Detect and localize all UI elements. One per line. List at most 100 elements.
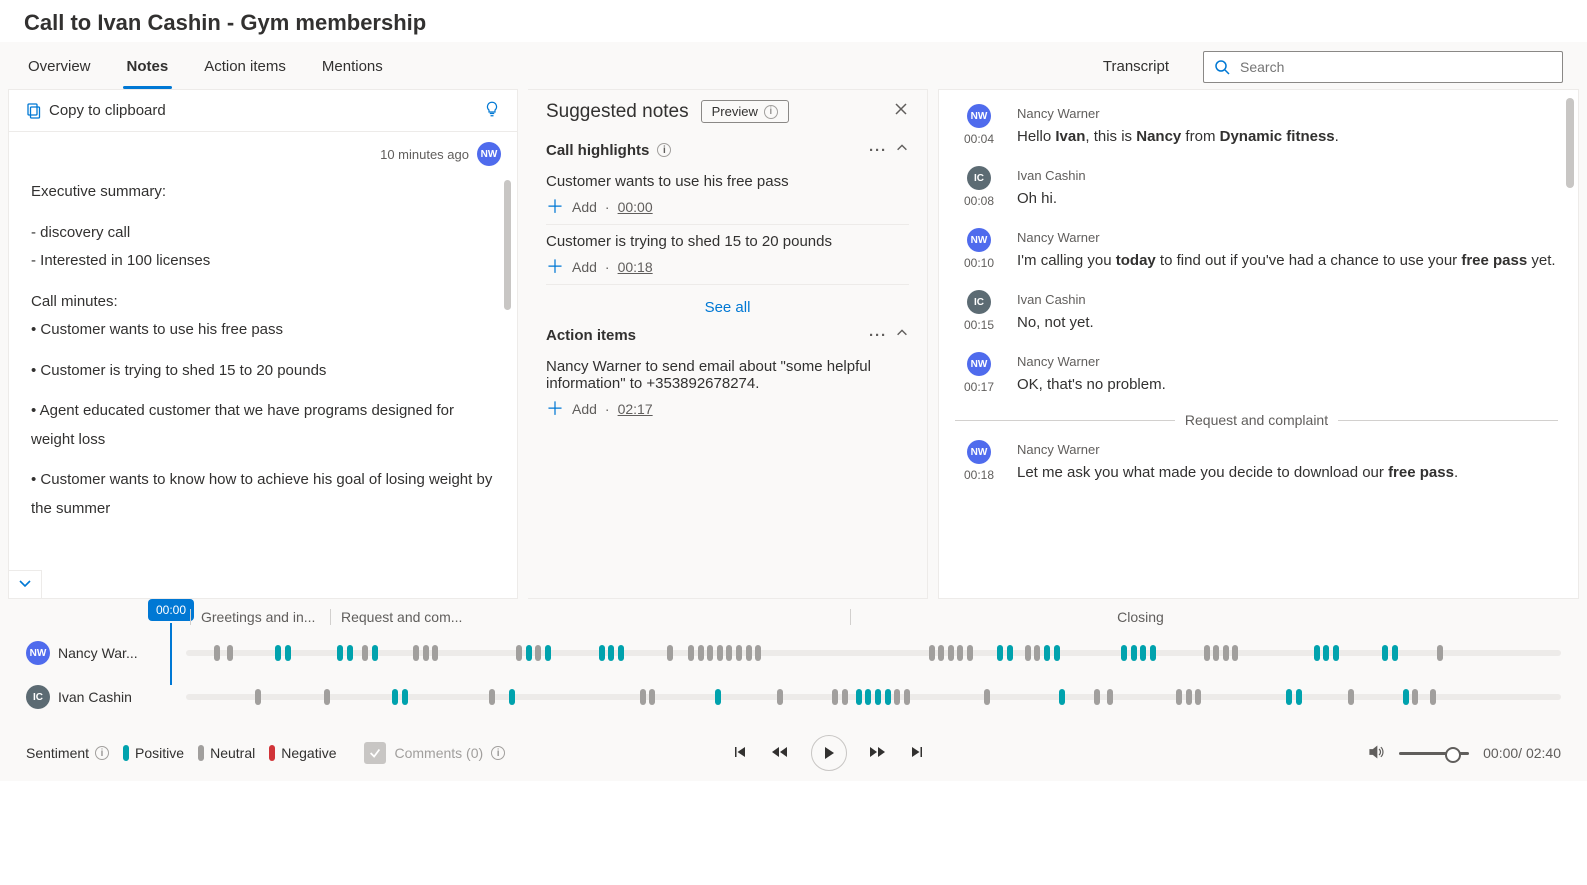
sentiment-tick [1176,689,1182,705]
transcript-row[interactable]: NW00:17Nancy WarnerOK, that's no problem… [955,346,1558,408]
see-all-button[interactable]: See all [546,285,909,320]
sentiment-tick [1392,645,1398,661]
timestamp-link[interactable]: 00:00 [618,199,653,215]
search-input[interactable] [1238,58,1552,76]
transcript-row[interactable]: NW00:04Nancy WarnerHello Ivan, this is N… [955,98,1558,160]
info-icon[interactable]: i [657,143,671,157]
notes-panel: Copy to clipboard 10 minutes ago NW Exec… [8,89,518,599]
search-box[interactable] [1203,51,1563,83]
transcript-row[interactable]: IC00:08Ivan CashinOh hi. [955,160,1558,222]
timestamp-link[interactable]: 02:17 [618,401,653,417]
close-icon[interactable] [893,101,909,122]
play-button[interactable] [811,735,847,771]
track-bar[interactable] [186,650,1561,656]
sentiment-tick [1382,645,1388,661]
transcript-row[interactable]: NW00:18Nancy WarnerLet me ask you what m… [955,434,1558,496]
sentiment-tick [1232,645,1238,661]
skip-to-end-button[interactable] [909,744,925,763]
transcript-text: Oh hi. [1017,188,1558,211]
more-icon[interactable]: ··· [869,327,887,344]
more-icon[interactable]: ··· [869,142,887,159]
avatar: NW [967,440,991,464]
avatar: NW [967,228,991,252]
sentiment-tick [1107,689,1113,705]
tab-overview[interactable]: Overview [24,44,95,89]
topic-segment[interactable]: Closing [850,609,1420,625]
plus-icon[interactable]: ＋ [546,198,564,216]
sentiment-tick [535,645,541,661]
scrollbar[interactable] [504,180,511,310]
track-name: Ivan Cashin [58,689,132,705]
action-item: Nancy Warner to send email about "some h… [546,350,909,426]
preview-pill[interactable]: Preview i [701,100,789,123]
track-bar[interactable] [186,694,1561,700]
sentiment-tick [967,645,973,661]
expand-notes-button[interactable] [9,570,42,598]
add-highlight-button[interactable]: Add [572,259,597,275]
tab-action-items[interactable]: Action items [200,44,290,89]
speaker-track: ICIvan Cashin [26,675,1561,719]
timeline: 00:00 Greetings and in...Request and com… [8,599,1579,729]
sentiment-tick [957,645,963,661]
sentiment-tick [1059,689,1065,705]
transcript-time: 00:08 [964,194,994,208]
search-icon [1214,59,1230,75]
notes-body: Executive summary: - discovery call - In… [9,170,517,598]
rewind-button[interactable] [771,744,789,763]
add-highlight-button[interactable]: Add [572,199,597,215]
sentiment-tick [1094,689,1100,705]
sentiment-tick [717,645,723,661]
scrollbar[interactable] [1566,98,1574,188]
volume-icon[interactable] [1367,743,1385,764]
transcript-text: Hello Ivan, this is Nancy from Dynamic f… [1017,126,1558,149]
sentiment-tick [608,645,614,661]
sentiment-tick [1286,689,1292,705]
sentiment-tick [324,689,330,705]
track-name: Nancy War... [58,645,138,661]
volume-slider[interactable] [1399,752,1469,755]
plus-icon[interactable]: ＋ [546,258,564,276]
info-icon[interactable]: i [95,746,109,760]
sentiment-tick [1437,645,1443,661]
transcript-time: 00:17 [964,380,994,394]
timestamp-link[interactable]: 00:18 [618,259,653,275]
avatar: NW [967,352,991,376]
lightbulb-icon[interactable] [483,100,501,121]
tab-notes[interactable]: Notes [123,44,173,89]
tab-mentions[interactable]: Mentions [318,44,387,89]
sentiment-tick [1007,645,1013,661]
copy-to-clipboard-button[interactable]: Copy to clipboard [25,102,166,119]
call-highlights-title: Call highlights [546,142,649,159]
time-readout: 00:00/ 02:40 [1483,745,1561,761]
sentiment-tick [885,689,891,705]
sentiment-tick [347,645,353,661]
plus-icon[interactable]: ＋ [546,400,564,418]
topic-segment[interactable]: Request and com... [330,609,850,625]
forward-button[interactable] [869,744,887,763]
sentiment-tick [1025,645,1031,661]
sentiment-tick [372,645,378,661]
transcript-row[interactable]: NW00:10Nancy WarnerI'm calling you today… [955,222,1558,284]
chevron-up-icon[interactable] [895,141,909,159]
sentiment-tick [402,689,408,705]
sentiment-tick [640,689,646,705]
avatar: NW [477,142,501,166]
chevron-up-icon[interactable] [895,326,909,344]
transcript-row[interactable]: IC00:15Ivan CashinNo, not yet. [955,284,1558,346]
comments-button[interactable]: Comments (0) i [364,742,505,764]
sentiment-tick [1140,645,1146,661]
sentiment-tick [362,645,368,661]
add-action-item-button[interactable]: Add [572,401,597,417]
sentiment-tick [526,645,532,661]
sentiment-tick [545,645,551,661]
speaker-name: Nancy Warner [1017,228,1558,248]
avatar: NW [967,104,991,128]
info-icon: i [764,105,778,119]
topic-segment[interactable]: Greetings and in... [190,609,330,625]
highlight-item: Customer wants to use his free pass ＋ Ad… [546,165,909,225]
transcript-button[interactable]: Transcript [1093,50,1179,83]
skip-to-start-button[interactable] [733,744,749,763]
sentiment-tick [275,645,281,661]
sentiment-tick [1403,689,1409,705]
page-title: Call to Ivan Cashin - Gym membership [0,0,1587,42]
